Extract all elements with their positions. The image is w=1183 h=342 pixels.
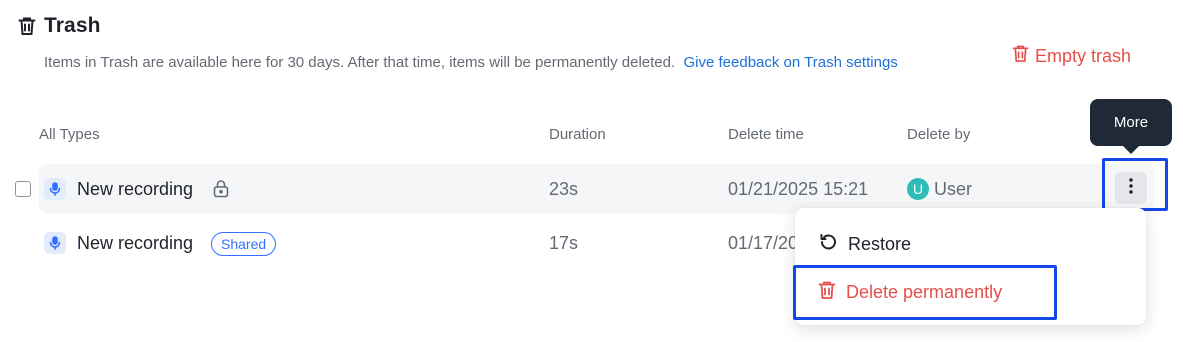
row-checkbox[interactable] [15, 181, 31, 197]
page-header: Trash [18, 14, 101, 38]
recording-name[interactable]: New recording [77, 233, 193, 254]
duration-value: 17s [549, 233, 579, 253]
trash-description: Items in Trash are available here for 30… [44, 48, 914, 78]
delete-time-value: 01/21/2025 15:21 [728, 179, 869, 199]
recording-icon [44, 178, 66, 200]
trash-icon [18, 16, 36, 36]
delete-by-value: User [934, 179, 973, 199]
delete-permanently-highlight [793, 265, 1057, 320]
duration-value: 23s [549, 179, 579, 199]
page-title: Trash [44, 14, 101, 37]
shared-badge: Shared [211, 232, 277, 256]
restore-label: Restore [848, 233, 912, 254]
recording-name[interactable]: New recording [77, 179, 193, 200]
more-button-highlight [1102, 158, 1168, 211]
more-tooltip: More [1090, 99, 1172, 154]
description-text: Items in Trash are available here for 30… [44, 54, 676, 71]
column-header-delete-by: Delete by [907, 126, 971, 143]
table-row[interactable] [39, 164, 1154, 214]
column-header-type[interactable]: All Types [39, 126, 100, 143]
column-header-duration: Duration [549, 126, 606, 143]
column-header-delete-time: Delete time [728, 126, 804, 143]
avatar: U [907, 178, 929, 200]
empty-trash-label: Empty trash [1035, 45, 1132, 66]
lock-icon [212, 179, 230, 203]
delete-time-value: 01/17/20 [728, 233, 799, 253]
feedback-link[interactable]: Give feedback on Trash settings [684, 54, 898, 71]
trash-icon [1012, 44, 1029, 68]
restore-icon [818, 232, 838, 257]
recording-icon [44, 232, 66, 254]
restore-menu-item[interactable]: Restore [795, 222, 1146, 266]
empty-trash-button[interactable]: Empty trash [1012, 44, 1131, 68]
